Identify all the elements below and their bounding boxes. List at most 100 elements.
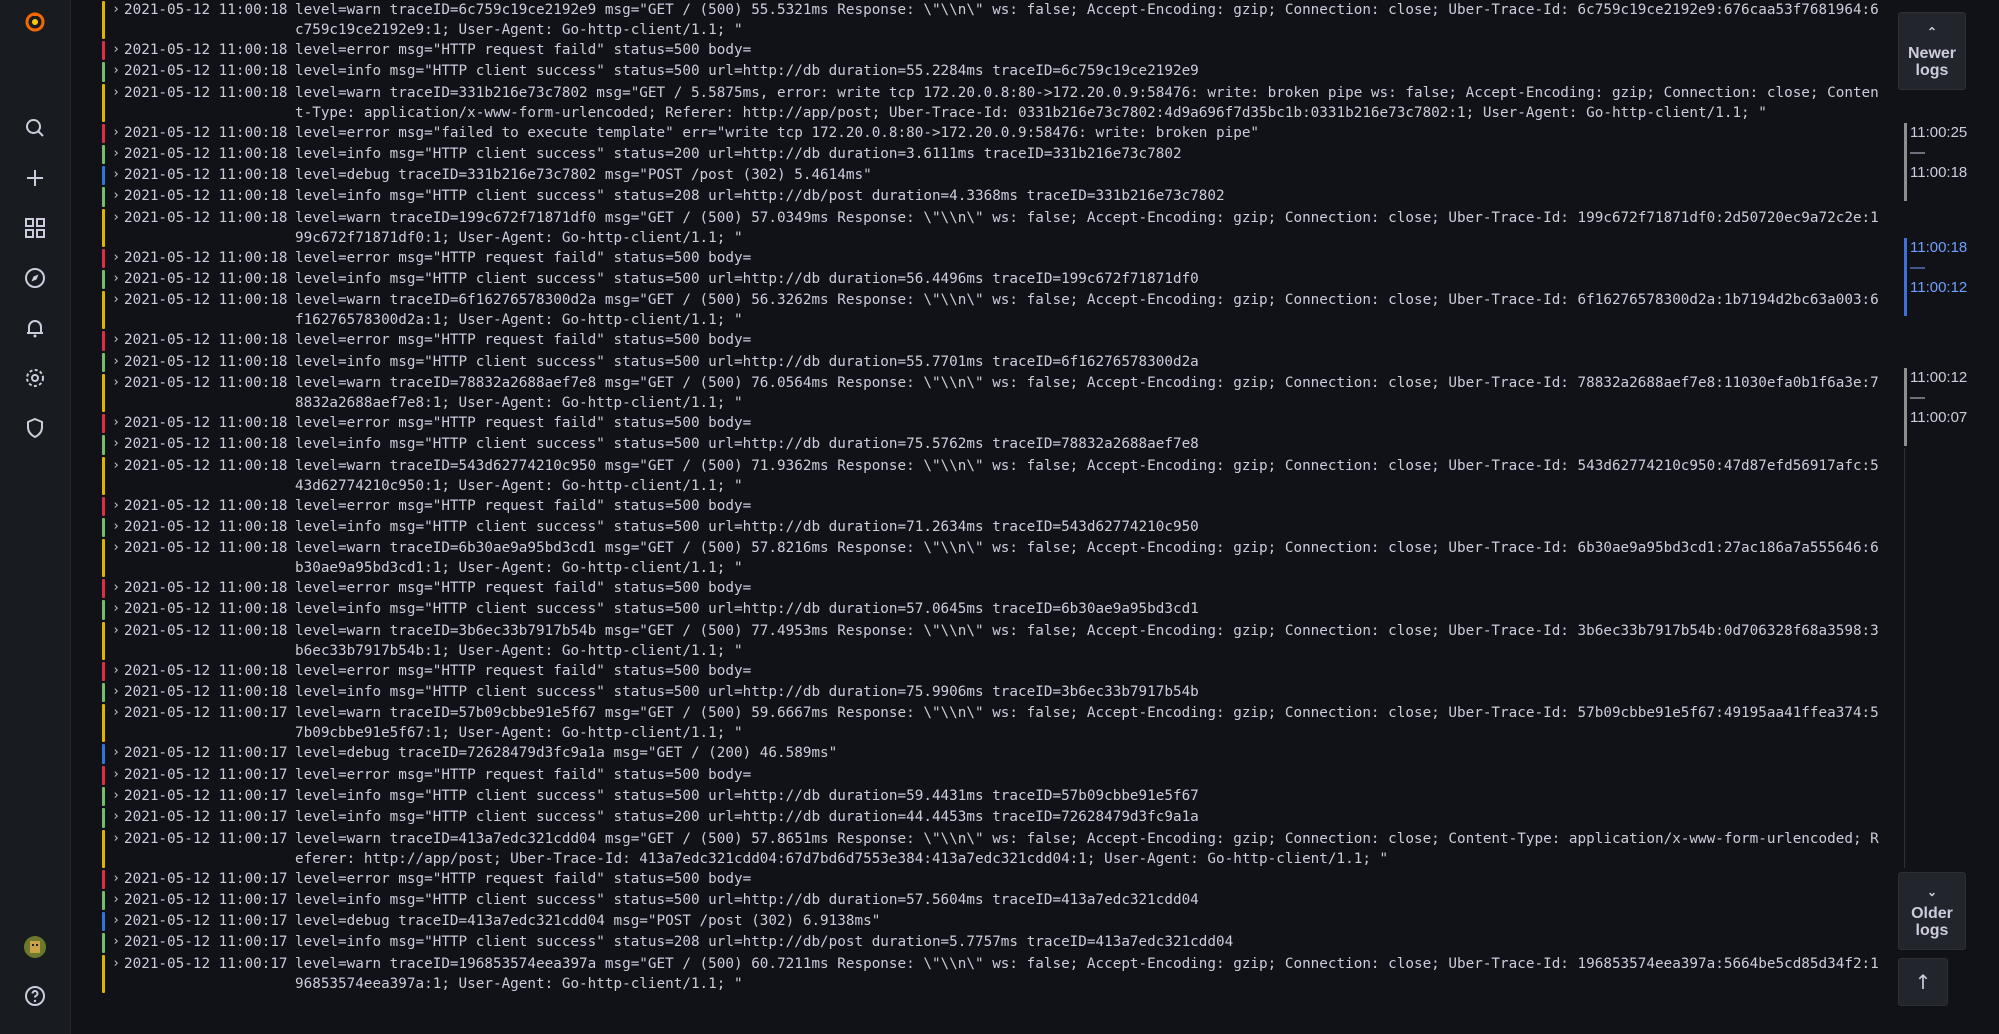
chevron-right-icon[interactable]: ›	[108, 0, 124, 20]
chevron-right-icon[interactable]: ›	[108, 352, 124, 372]
log-row[interactable]: › 2021-05-12 11:00:18 level=info msg="HTTP…	[88, 517, 1883, 538]
chevron-right-icon[interactable]: ›	[108, 83, 124, 103]
log-message: level=error msg="HTTP request faild" sta…	[295, 766, 752, 783]
log-row[interactable]: › 2021-05-12 11:00:18 level=error msg="HTT…	[88, 413, 1883, 434]
log-row[interactable]: › 2021-05-12 11:00:18 level=error msg="HTT…	[88, 248, 1883, 269]
log-row[interactable]: › 2021-05-12 11:00:17 level=info msg="HTTP…	[88, 932, 1883, 953]
log-row[interactable]: › 2021-05-12 11:00:17 level=debug traceID=…	[88, 743, 1883, 764]
server-admin-shield-icon[interactable]	[17, 410, 53, 446]
log-row[interactable]: › 2021-05-12 11:00:18 level=error msg="HTT…	[88, 330, 1883, 351]
log-row[interactable]: › 2021-05-12 11:00:18 level=info msg="HTTP…	[88, 682, 1883, 703]
alerting-bell-icon[interactable]	[17, 310, 53, 346]
log-row[interactable]: › 2021-05-12 11:00:18 level=info msg="HTTP…	[88, 144, 1883, 165]
older-logs-button[interactable]: ⌄ Older logs	[1898, 872, 1966, 950]
page-range-3[interactable]: 11:00:12 — 11:00:07	[1904, 368, 1990, 446]
log-row[interactable]: › 2021-05-12 11:00:17 level=debug traceID=…	[88, 911, 1883, 932]
log-row[interactable]: › 2021-05-12 11:00:18 level=info msg="HTTP…	[88, 269, 1883, 290]
log-row[interactable]: › 2021-05-12 11:00:18 level=warn traceID=6…	[88, 0, 1883, 40]
chevron-right-icon[interactable]: ›	[108, 621, 124, 641]
chevron-right-icon[interactable]: ›	[108, 954, 124, 974]
log-row[interactable]: › 2021-05-12 11:00:18 level=warn traceID=7…	[88, 373, 1883, 413]
scroll-to-top-button[interactable]: ↑	[1898, 958, 1948, 1006]
chevron-right-icon[interactable]: ›	[108, 144, 124, 164]
log-timestamp: 2021-05-12 11:00:18	[124, 124, 288, 141]
page-range-2[interactable]: 11:00:18 — 11:00:12	[1904, 238, 1990, 316]
chevron-right-icon[interactable]: ›	[108, 911, 124, 931]
log-row[interactable]: › 2021-05-12 11:00:18 level=info msg="HTTP…	[88, 434, 1883, 455]
plus-icon[interactable]	[17, 160, 53, 196]
log-timestamp: 2021-05-12 11:00:17	[124, 705, 288, 722]
chevron-right-icon[interactable]: ›	[108, 186, 124, 206]
chevron-right-icon[interactable]: ›	[108, 373, 124, 393]
chevron-right-icon[interactable]: ›	[108, 807, 124, 827]
chevron-right-icon[interactable]: ›	[108, 703, 124, 723]
chevron-right-icon[interactable]: ›	[108, 538, 124, 558]
range-end: 11:00:18	[1910, 164, 1968, 181]
log-level-indicator	[102, 456, 105, 495]
log-message: level=warn traceID=6f16276578300d2a msg=…	[295, 292, 1879, 329]
grafana-logo-icon[interactable]	[17, 4, 53, 40]
chevron-right-icon[interactable]: ›	[108, 496, 124, 516]
log-timestamp: 2021-05-12 11:00:18	[124, 209, 288, 226]
log-row[interactable]: › 2021-05-12 11:00:17 level=info msg="HTTP…	[88, 807, 1883, 828]
chevron-right-icon[interactable]: ›	[108, 123, 124, 143]
chevron-right-icon[interactable]: ›	[108, 890, 124, 910]
chevron-right-icon[interactable]: ›	[108, 578, 124, 598]
log-row[interactable]: › 2021-05-12 11:00:18 level=error msg="HTT…	[88, 661, 1883, 682]
chevron-right-icon[interactable]: ›	[108, 61, 124, 81]
log-row[interactable]: › 2021-05-12 11:00:18 level=warn traceID=3…	[88, 621, 1883, 661]
chevron-right-icon[interactable]: ›	[108, 932, 124, 952]
chevron-right-icon[interactable]: ›	[108, 456, 124, 476]
log-row[interactable]: › 2021-05-12 11:00:18 level=warn traceID=3…	[88, 83, 1883, 123]
log-row[interactable]: › 2021-05-12 11:00:18 level=warn traceID=6…	[88, 290, 1883, 330]
chevron-right-icon[interactable]: ›	[108, 413, 124, 433]
chevron-right-icon[interactable]: ›	[108, 290, 124, 310]
chevron-right-icon[interactable]: ›	[108, 517, 124, 537]
log-row[interactable]: › 2021-05-12 11:00:17 level=info msg="HTTP…	[88, 890, 1883, 911]
chevron-right-icon[interactable]: ›	[108, 434, 124, 454]
log-row[interactable]: › 2021-05-12 11:00:17 level=info msg="HTTP…	[88, 786, 1883, 807]
newer-logs-button[interactable]: ⌃ Newer logs	[1898, 12, 1966, 90]
chevron-right-icon[interactable]: ›	[108, 248, 124, 268]
log-row[interactable]: › 2021-05-12 11:00:18 level=debug traceID=…	[88, 165, 1883, 186]
page-range-1[interactable]: 11:00:25 — 11:00:18	[1904, 123, 1990, 201]
log-row[interactable]: › 2021-05-12 11:00:18 level=warn traceID=5…	[88, 456, 1883, 496]
chevron-right-icon[interactable]: ›	[108, 661, 124, 681]
log-row[interactable]: › 2021-05-12 11:00:18 level=warn traceID=1…	[88, 208, 1883, 248]
chevron-right-icon[interactable]: ›	[108, 599, 124, 619]
chevron-right-icon[interactable]: ›	[108, 165, 124, 185]
search-icon[interactable]	[17, 110, 53, 146]
help-icon[interactable]	[17, 978, 53, 1014]
log-row[interactable]: › 2021-05-12 11:00:17 level=error msg="HTT…	[88, 869, 1883, 890]
explore-icon[interactable]	[17, 260, 53, 296]
log-row[interactable]: › 2021-05-12 11:00:17 level=error msg="HTT…	[88, 765, 1883, 786]
configuration-gear-icon[interactable]	[17, 360, 53, 396]
log-row[interactable]: › 2021-05-12 11:00:18 level=error msg="fai…	[88, 123, 1883, 144]
log-row[interactable]: › 2021-05-12 11:00:17 level=warn traceID=1…	[88, 954, 1883, 994]
log-row[interactable]: › 2021-05-12 11:00:17 level=warn traceID=5…	[88, 703, 1883, 743]
chevron-right-icon[interactable]: ›	[108, 869, 124, 889]
chevron-right-icon[interactable]: ›	[108, 786, 124, 806]
chevron-right-icon[interactable]: ›	[108, 682, 124, 702]
log-row[interactable]: › 2021-05-12 11:00:17 level=warn traceID=4…	[88, 829, 1883, 869]
chevron-right-icon[interactable]: ›	[108, 330, 124, 350]
chevron-right-icon[interactable]: ›	[108, 765, 124, 785]
log-row[interactable]: › 2021-05-12 11:00:18 level=info msg="HTTP…	[88, 352, 1883, 373]
chevron-right-icon[interactable]: ›	[108, 40, 124, 60]
log-message: level=info msg="HTTP client success" sta…	[295, 934, 1234, 951]
log-row[interactable]: › 2021-05-12 11:00:18 level=error msg="HTT…	[88, 40, 1883, 61]
log-row[interactable]: › 2021-05-12 11:00:18 level=info msg="HTTP…	[88, 186, 1883, 207]
chevron-right-icon[interactable]: ›	[108, 269, 124, 289]
chevron-right-icon[interactable]: ›	[108, 743, 124, 763]
log-row[interactable]: › 2021-05-12 11:00:18 level=info msg="HTTP…	[88, 61, 1883, 82]
user-avatar[interactable]	[17, 929, 53, 965]
log-message: level=warn traceID=78832a2688aef7e8 msg=…	[295, 374, 1879, 411]
log-message: level=warn traceID=6c759c19ce2192e9 msg=…	[295, 2, 1879, 38]
log-row[interactable]: › 2021-05-12 11:00:18 level=error msg="HTT…	[88, 496, 1883, 517]
log-row[interactable]: › 2021-05-12 11:00:18 level=info msg="HTTP…	[88, 599, 1883, 620]
chevron-right-icon[interactable]: ›	[108, 208, 124, 228]
log-row[interactable]: › 2021-05-12 11:00:18 level=warn traceID=6…	[88, 538, 1883, 578]
chevron-right-icon[interactable]: ›	[108, 829, 124, 849]
dashboards-icon[interactable]	[17, 210, 53, 246]
log-row[interactable]: › 2021-05-12 11:00:18 level=error msg="HTT…	[88, 578, 1883, 599]
